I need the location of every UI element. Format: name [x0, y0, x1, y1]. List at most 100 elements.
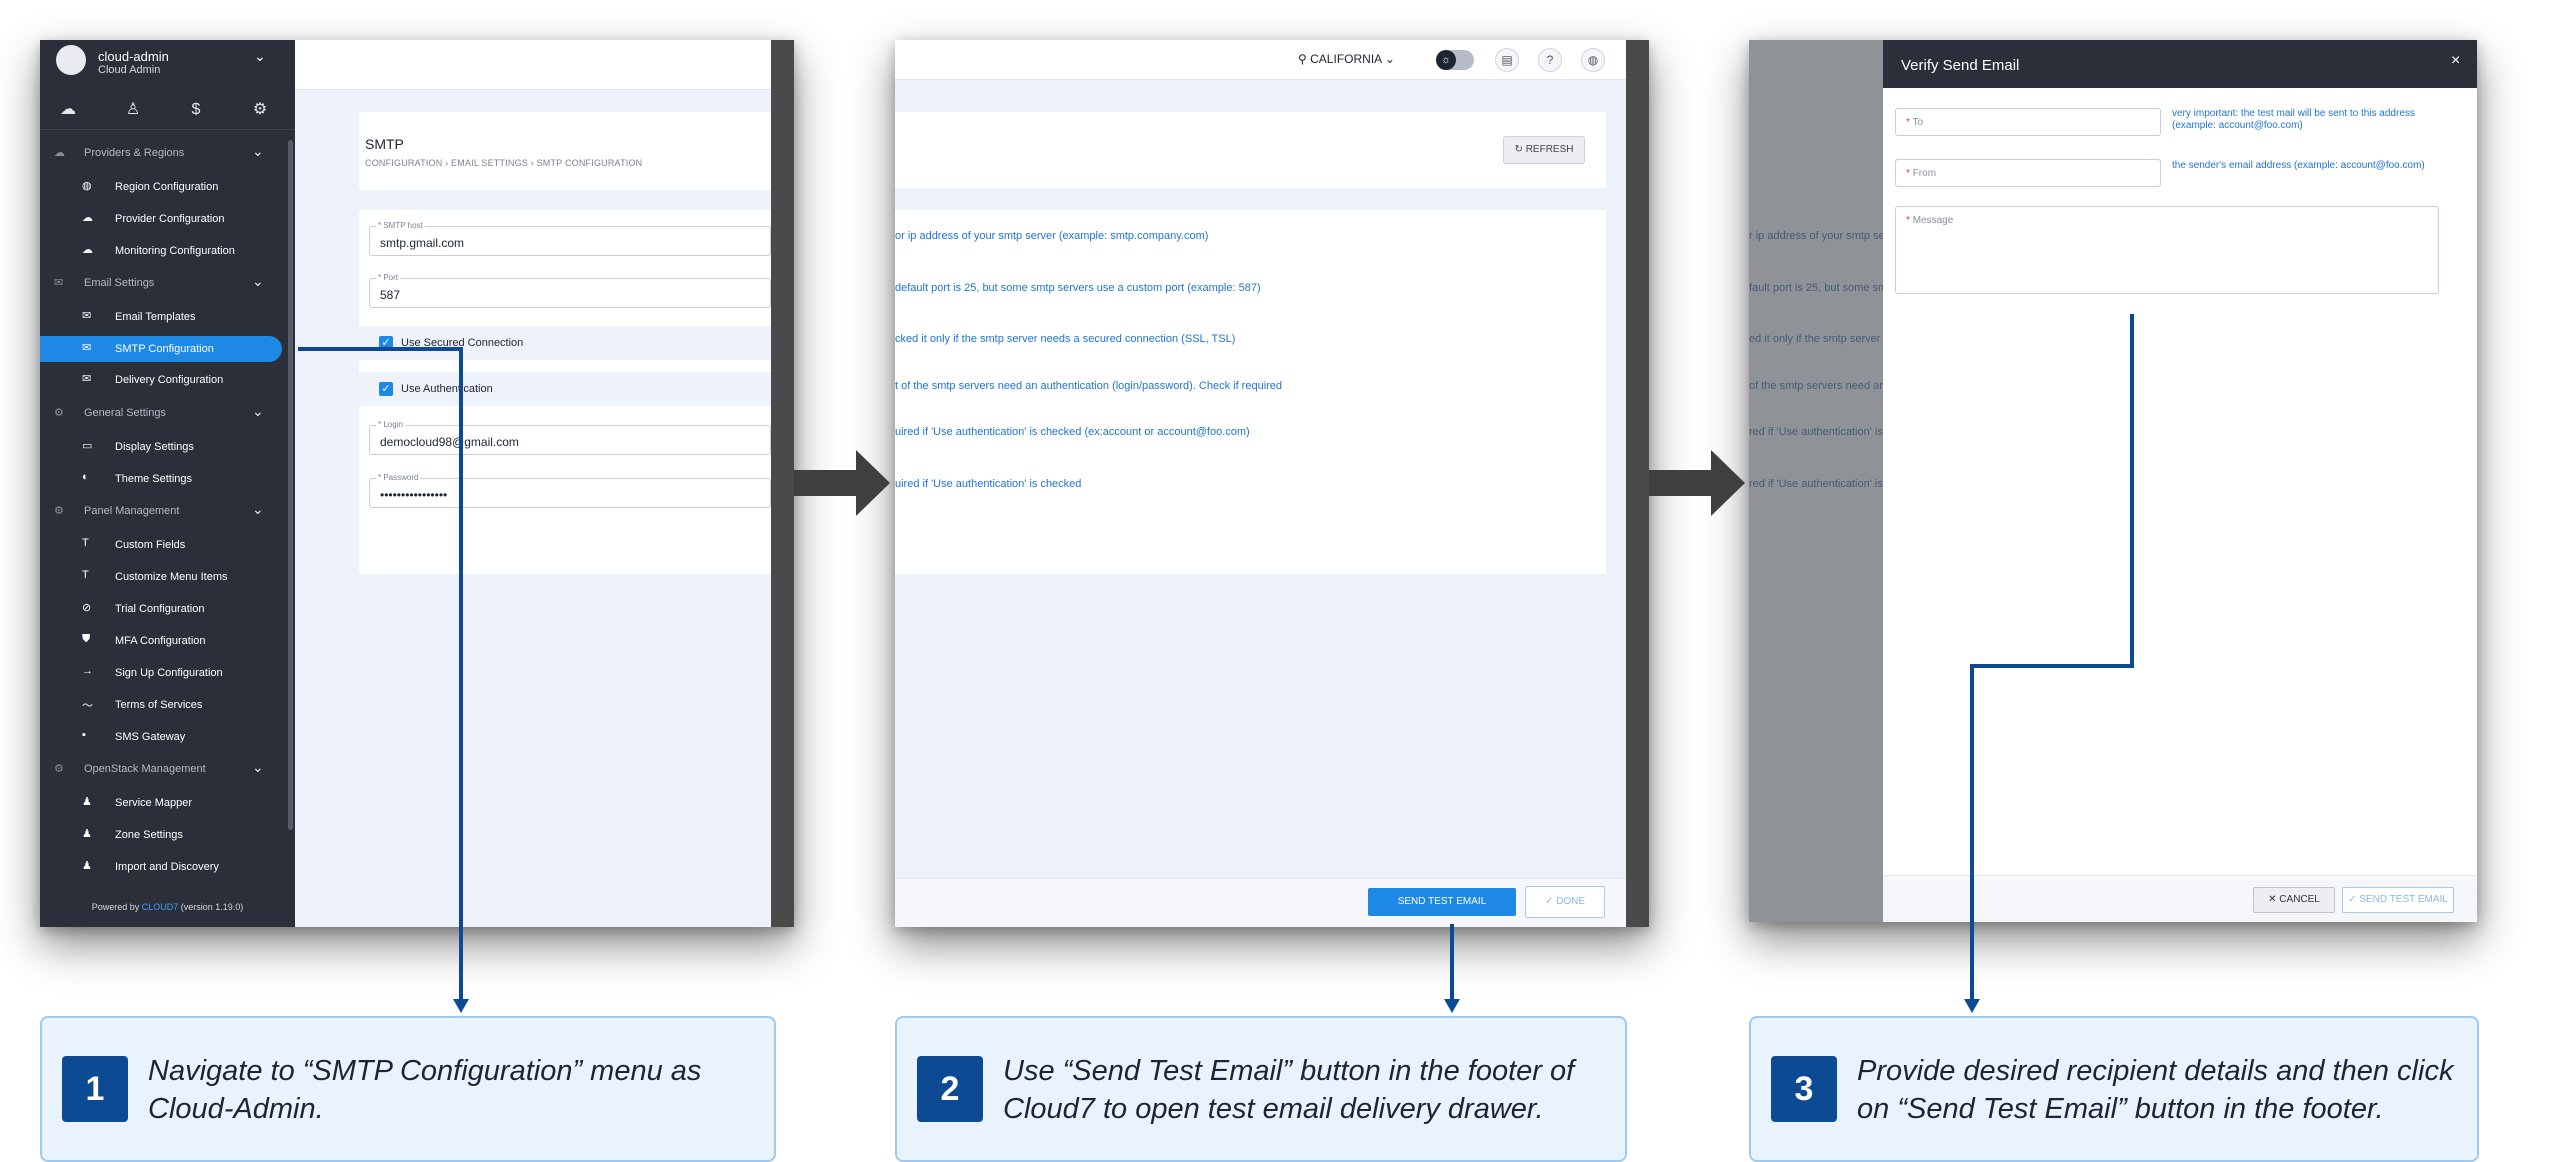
sidebar-item-mfa-configuration[interactable]: ⛊ MFA Configuration: [40, 628, 282, 654]
step-number: 2: [917, 1056, 983, 1122]
send-test-email-button[interactable]: SEND TEST EMAIL: [1368, 888, 1516, 916]
sidebar-group-openstack[interactable]: ⚙ OpenStack Management ⌄: [40, 758, 295, 780]
user-role: Cloud Admin: [98, 64, 161, 76]
dollar-icon[interactable]: $: [176, 96, 216, 124]
sidebar-item-sms-gateway[interactable]: ▪ SMS Gateway: [40, 724, 282, 750]
sidebar-group-providers[interactable]: ☁ Providers & Regions ⌄: [40, 142, 295, 164]
hint-auth: t of the smtp servers need an authentica…: [895, 380, 1283, 392]
from-field[interactable]: * From: [1895, 159, 2161, 187]
step-text: Use “Send Test Email” button in the foot…: [1003, 1055, 1575, 1125]
page-header-card: SMTP CONFIGURATION › EMAIL SETTINGS › SM…: [359, 112, 771, 190]
users-icon: ♟: [82, 828, 92, 840]
cloud-icon: ☁: [54, 147, 65, 159]
message-field[interactable]: * Message: [1895, 206, 2439, 294]
chevron-down-icon: ⌄: [252, 273, 264, 289]
sidebar-item-trial-configuration[interactable]: ⊘ Trial Configuration: [40, 596, 282, 622]
chevron-down-icon[interactable]: ⌄: [254, 48, 266, 65]
drawer-edge: [771, 40, 794, 927]
sidebar-group-email[interactable]: ✉ Email Settings ⌄: [40, 272, 295, 294]
authentication-checkbox[interactable]: ✓: [379, 382, 393, 396]
user-icon[interactable]: ♙: [113, 96, 153, 124]
panel-icon: ⚙: [54, 505, 64, 517]
step-callout-2: 2 Use “Send Test Email” button in the fo…: [895, 1016, 1627, 1162]
monitor-icon: ▭: [82, 440, 93, 452]
screenshot-smtp-configuration: cloud-admin Cloud Admin ⌄ ☁ ♙ $ ⚙ ☁ Provi…: [40, 40, 794, 927]
sidebar-item-import-and-discovery[interactable]: ♟ Import and Discovery: [40, 854, 282, 880]
step-callout-1: 1 Navigate to “SMTP Configuration” menu …: [40, 1016, 776, 1162]
dimmed-hint: r ip address of your smtp se: [1749, 230, 1885, 242]
sidebar-group-general[interactable]: ⚙ General Settings ⌄: [40, 402, 295, 424]
sidebar-item-monitoring-configuration[interactable]: ☁ Monitoring Configuration: [40, 238, 282, 264]
hint-password: uired if 'Use authentication' is checked: [895, 478, 1082, 490]
step-text: Navigate to “SMTP Configuration” menu as…: [148, 1055, 702, 1125]
arrow-right-icon: [794, 450, 890, 516]
globe-icon: ◍: [82, 180, 92, 192]
gear-icon[interactable]: ⚙: [240, 96, 280, 124]
to-field[interactable]: * To: [1895, 108, 2161, 136]
cloud-icon[interactable]: ☁: [48, 96, 88, 124]
step-number: 1: [62, 1056, 128, 1122]
chevron-down-icon: ⌄: [252, 143, 264, 159]
sidebar-item-sign-up-configuration[interactable]: → Sign Up Configuration: [40, 660, 282, 686]
refresh-button[interactable]: ↻ REFRESH: [1503, 136, 1585, 164]
mail-settings-icon: ✉: [82, 373, 92, 385]
sidebar-item-terms-of-services[interactable]: 〜 Terms of Services: [40, 692, 282, 718]
drawer-edge: [1626, 40, 1649, 927]
mail-settings-icon: ✉: [82, 342, 92, 354]
arrow-down-icon: [1444, 999, 1460, 1013]
step-callout-3: 3 Provide desired recipient details and …: [1749, 1016, 2479, 1162]
footer: SEND TEST EMAIL ✓ DONE: [895, 878, 1626, 927]
to-hint: very important: the test mail will be se…: [2172, 108, 2415, 131]
sidebar-item-display-settings[interactable]: ▭ Display Settings: [40, 434, 282, 460]
password-field[interactable]: * Password ••••••••••••••••: [369, 473, 771, 508]
arrow-down-icon: [1964, 999, 1980, 1013]
hint-port: default port is 25, but some smtp server…: [895, 282, 1261, 294]
cloud-icon: ☁: [82, 212, 93, 224]
send-test-email-button[interactable]: ✓ SEND TEST EMAIL: [2342, 887, 2454, 913]
globe-icon[interactable]: ◍: [1581, 48, 1605, 72]
port-field[interactable]: * Port 587: [369, 273, 771, 308]
sidebar-scrollbar[interactable]: [288, 140, 293, 830]
step-text: Provide desired recipient details and th…: [1857, 1055, 2454, 1125]
cancel-button[interactable]: ✕ CANCEL: [2253, 887, 2335, 913]
sidebar-item-delivery-configuration[interactable]: ✉ Delivery Configuration: [40, 367, 282, 393]
login-field[interactable]: * Login democloud98@gmail.com: [369, 420, 771, 455]
close-icon[interactable]: ×: [2451, 52, 2460, 70]
sidebar-item-zone-settings[interactable]: ♟ Zone Settings: [40, 822, 282, 848]
hints-card: or ip address of your smtp server (examp…: [895, 210, 1606, 574]
users-icon: ♟: [82, 796, 92, 808]
text-icon: T: [82, 537, 89, 549]
sidebar-item-email-templates[interactable]: ✉ Email Templates: [40, 304, 282, 330]
dimmed-hint: fault port is 25, but some sm: [1749, 282, 1888, 294]
hint-secured: cked it only if the smtp server needs a …: [895, 333, 1236, 345]
sidebar-group-panel[interactable]: ⚙ Panel Management ⌄: [40, 500, 295, 522]
sidebar-item-provider-configuration[interactable]: ☁ Provider Configuration: [40, 206, 282, 232]
done-button[interactable]: ✓ DONE: [1525, 886, 1605, 918]
chevron-down-icon: ⌄: [252, 403, 264, 419]
drawer-header: Verify Send Email ×: [1883, 40, 2477, 88]
sidebar-item-region-configuration[interactable]: ◍ Region Configuration: [40, 174, 282, 200]
users-icon: ♟: [82, 860, 92, 872]
theme-toggle[interactable]: ☼: [1436, 50, 1474, 70]
user-name: cloud-admin: [98, 49, 169, 64]
connector-line: [1970, 664, 2134, 668]
dimmed-hint: red if 'Use authentication' is c: [1749, 426, 1892, 438]
connector-line: [1970, 664, 1974, 1001]
sun-icon: ☼: [1436, 50, 1456, 70]
check-icon: ✓: [2348, 894, 2357, 905]
brand-link[interactable]: CLOUD7: [142, 902, 179, 912]
sidebar-item-custom-fields[interactable]: T Custom Fields: [40, 532, 282, 558]
cloud-icon: ☁: [82, 244, 93, 256]
help-icon[interactable]: ?: [1538, 48, 1562, 72]
user-menu[interactable]: cloud-admin Cloud Admin ⌄: [40, 40, 295, 84]
smtp-host-field[interactable]: * SMTP host smtp.gmail.com: [369, 221, 771, 256]
page-title: SMTP: [365, 136, 404, 152]
sidebar-item-service-mapper[interactable]: ♟ Service Mapper: [40, 790, 282, 816]
dimmed-hint: ed it only if the smtp server n: [1749, 333, 1890, 345]
sidebar-item-theme-settings[interactable]: ◐ Theme Settings: [40, 466, 282, 492]
sidebar-item-customize-menu-items[interactable]: T Customize Menu Items: [40, 564, 282, 590]
sidebar-item-smtp-configuration[interactable]: ✉ SMTP Configuration: [40, 336, 282, 362]
authentication-row: ✓ Use Authentication: [359, 372, 771, 406]
book-icon[interactable]: ▤: [1495, 48, 1519, 72]
location-selector[interactable]: ⚲ CALIFORNIA ⌄: [1298, 52, 1395, 66]
